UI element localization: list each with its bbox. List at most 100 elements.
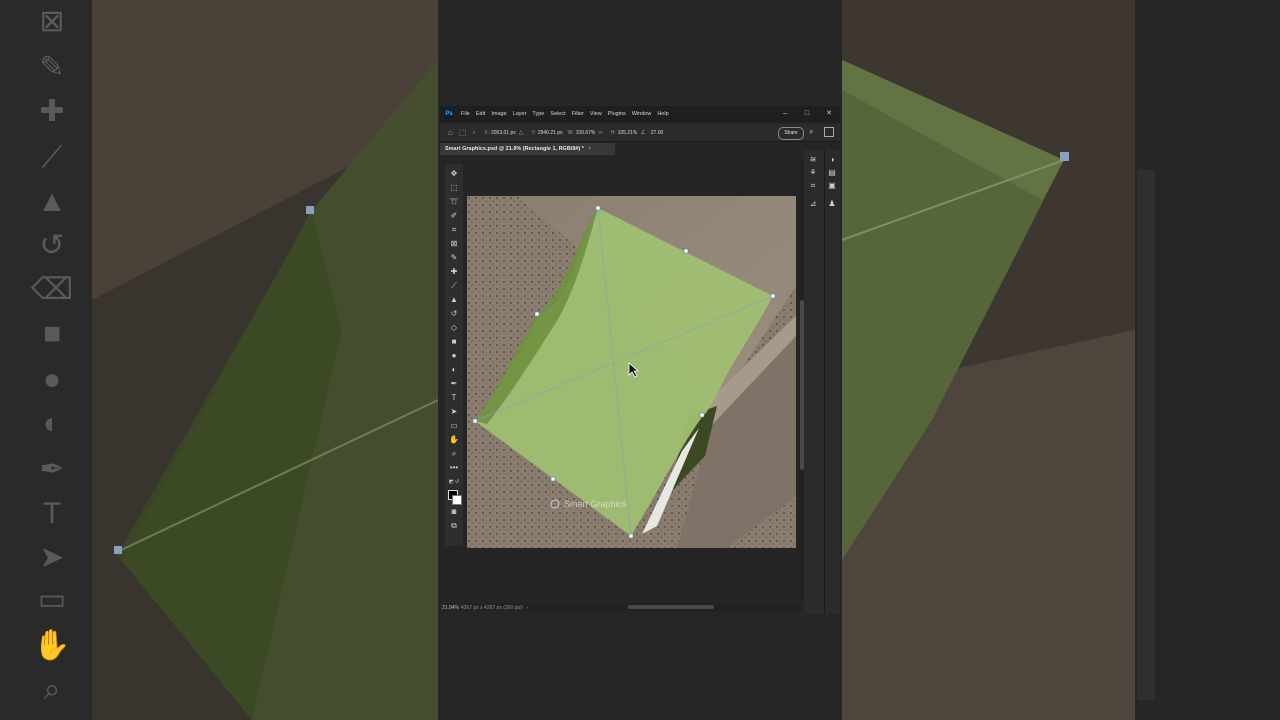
tab-close-icon[interactable]: × <box>588 146 591 152</box>
close-button[interactable]: ✕ <box>818 106 840 122</box>
mouse-cursor-icon <box>628 362 640 378</box>
layers-icon[interactable]: ≋ <box>806 154 820 166</box>
photoshop-window: Ps File Edit Image Layer Type Select Fil… <box>440 106 840 614</box>
handle-left-mid[interactable] <box>534 311 540 317</box>
menu-help[interactable]: Help <box>657 111 668 117</box>
menu-view[interactable]: View <box>590 111 602 117</box>
watermark-text: Smart Graphics <box>564 499 627 509</box>
zoom-level[interactable]: 21.94% <box>442 605 459 611</box>
healing-icon[interactable]: ✚ <box>447 266 461 278</box>
eraser-icon[interactable]: ◇ <box>447 322 461 334</box>
bg-photo-left <box>92 0 438 720</box>
h-field[interactable]: 105.21% <box>618 130 638 136</box>
quick-select-icon[interactable]: ✐ <box>447 210 461 222</box>
bg-blur-icon: ● <box>42 363 62 396</box>
menu-select[interactable]: Select <box>550 111 565 117</box>
delta-icon[interactable]: △ <box>519 129 524 136</box>
default-colors-icon[interactable]: ◩ ↺ <box>447 476 461 488</box>
bg-pen-icon: ✒ <box>39 453 65 486</box>
bg-history-icon: ↺ <box>39 229 65 262</box>
search-icon[interactable]: ⌕ <box>809 127 813 137</box>
zoom-icon[interactable]: ⌕ <box>447 448 461 460</box>
menu-plugins[interactable]: Plugins <box>608 111 626 117</box>
minimize-button[interactable]: – <box>774 106 796 122</box>
quick-mask-icon[interactable]: ◙ <box>447 506 461 518</box>
move-icon[interactable]: ✥ <box>447 168 461 180</box>
share-button[interactable]: Share <box>778 127 804 140</box>
bg-zoom-icon: ⌕ <box>43 673 61 706</box>
handle-left[interactable] <box>472 418 478 424</box>
x-label: X: <box>484 129 489 136</box>
adjustments-icon[interactable]: ◑ <box>825 154 839 166</box>
eyedropper-icon[interactable]: ✎ <box>447 252 461 264</box>
marquee-icon[interactable]: ⬚ <box>447 182 461 194</box>
maximize-button[interactable]: □ <box>796 106 818 122</box>
channels-icon[interactable]: ⚘ <box>806 167 820 179</box>
menu-window[interactable]: Window <box>632 111 652 117</box>
reference-point-icon[interactable]: ▫ <box>472 128 475 137</box>
transform-reference-icon[interactable]: ⬚ <box>459 128 467 137</box>
libraries-icon[interactable]: ▤ <box>825 167 839 179</box>
menu-filter[interactable]: Filter <box>572 111 584 117</box>
lasso-icon[interactable]: ➰ <box>447 196 461 208</box>
menu-image[interactable]: Image <box>491 111 506 117</box>
bg-frame-icon: ⊠ <box>39 5 65 38</box>
status-arrow-icon[interactable]: › <box>525 605 528 611</box>
menu-bar: Ps File Edit Image Layer Type Select Fil… <box>440 106 840 122</box>
handle-right-mid[interactable] <box>699 412 705 418</box>
angle-field[interactable]: 27.00 <box>651 130 664 136</box>
people-icon[interactable]: ♟ <box>825 198 839 210</box>
dodge-icon[interactable]: ◐ <box>447 364 461 376</box>
type-icon[interactable]: T <box>447 392 461 404</box>
document-tab[interactable]: Smart Graphics.psd @ 21.9% (Rectangle 1,… <box>440 143 615 155</box>
more-icon[interactable]: ••• <box>447 462 461 474</box>
history-icon[interactable]: ▣ <box>825 180 839 192</box>
bg-type-icon: T <box>42 497 62 530</box>
h-label: H: <box>610 129 616 136</box>
stamp-icon[interactable]: ▲ <box>447 294 461 306</box>
tools-panel: ✥ ⬚ ➰ ✐ ⌗ ⊠ ✎ ✚ ⟋ ▲ ↺ ◇ ■ ● ◐ ✒ T ➤ ▭ ✋ … <box>445 164 463 546</box>
link-icon[interactable]: ∞ <box>598 130 602 136</box>
home-icon[interactable]: ⌂ <box>448 128 453 137</box>
bg-photo-right <box>842 0 1135 720</box>
handle-right[interactable] <box>770 293 776 299</box>
menu-file[interactable]: File <box>461 111 470 117</box>
bg-toolbar: ⊠ ✎ ✚ ⟋ ▲ ↺ ⌫ ■ ● ◐ ✒ T ➤ ▭ ✋ ⌕ <box>0 0 92 720</box>
properties-icon[interactable]: ⊿ <box>806 198 820 210</box>
y-field[interactable]: 2940.21 px <box>538 130 563 136</box>
brush-icon[interactable]: ⟋ <box>447 280 461 292</box>
frame-icon[interactable]: ⊠ <box>447 238 461 250</box>
bg-brush-icon: ⟋ <box>41 141 63 174</box>
photoshop-logo-icon: Ps <box>444 109 454 119</box>
menu-layer[interactable]: Layer <box>513 111 527 117</box>
menu-edit[interactable]: Edit <box>476 111 485 117</box>
status-bar: 21.94% 4267 px x 4267 px (300 ppi) › <box>440 602 802 614</box>
handle-top[interactable] <box>595 205 601 211</box>
hand-icon[interactable]: ✋ <box>447 434 461 446</box>
screen-mode-icon[interactable]: ⧉ <box>447 520 461 532</box>
w-field[interactable]: 109.67% <box>576 130 596 136</box>
bg-dodge-icon: ◐ <box>42 407 62 440</box>
bg-right-panel <box>1135 0 1280 720</box>
workspace-icon[interactable] <box>824 127 834 137</box>
bg-eyedropper-icon: ✎ <box>39 51 65 84</box>
gradient-icon[interactable]: ■ <box>447 336 461 348</box>
paths-icon[interactable]: ⌗ <box>806 180 820 192</box>
right-panel-dock: ≋ ⚘ ⌗ ⊿ ◑ ▤ ▣ ♟ <box>804 150 840 614</box>
bg-stamp-icon: ▲ <box>37 185 67 218</box>
window-controls: – □ ✕ <box>774 106 840 122</box>
blur-icon[interactable]: ● <box>447 350 461 362</box>
menu-type[interactable]: Type <box>532 111 544 117</box>
history-brush-icon[interactable]: ↺ <box>447 308 461 320</box>
rectangle-icon[interactable]: ▭ <box>447 420 461 432</box>
background-color-swatch[interactable] <box>452 495 462 505</box>
handle-bottom-left-mid[interactable] <box>550 476 556 482</box>
handle-top-right-mid[interactable] <box>683 248 689 254</box>
crop-icon[interactable]: ⌗ <box>447 224 461 236</box>
pen-icon[interactable]: ✒ <box>447 378 461 390</box>
x-field[interactable]: 2053.01 px <box>491 130 516 136</box>
y-label: Y: <box>531 129 536 136</box>
path-select-icon[interactable]: ➤ <box>447 406 461 418</box>
bg-healing-icon: ✚ <box>39 95 65 128</box>
handle-bottom[interactable] <box>628 533 634 539</box>
